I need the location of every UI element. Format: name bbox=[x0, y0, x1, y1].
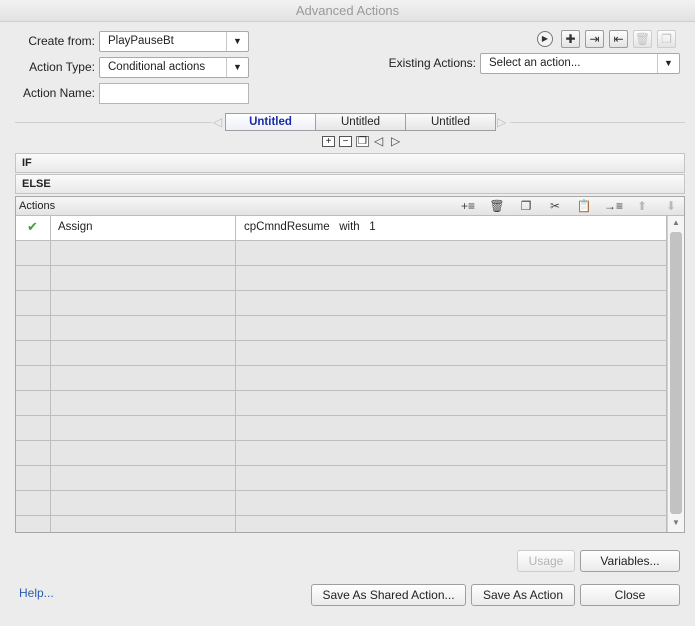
create-from-value: PlayPauseBt bbox=[108, 35, 174, 47]
checkmark-icon: ✔ bbox=[27, 219, 38, 234]
move-right-icon[interactable]: ▷ bbox=[391, 134, 400, 148]
divider bbox=[510, 122, 685, 123]
window-title: Advanced Actions bbox=[0, 0, 695, 22]
play-icon[interactable]: ▶ bbox=[537, 31, 553, 47]
scroll-down-icon[interactable]: ▼ bbox=[668, 518, 684, 527]
table-row[interactable] bbox=[16, 241, 667, 266]
create-from-dropdown[interactable]: PlayPauseBt ▼ bbox=[99, 31, 249, 52]
check-cell[interactable]: ✔ bbox=[16, 216, 51, 241]
scroll-up-icon[interactable]: ▲ bbox=[668, 218, 684, 227]
chevron-down-icon: ▼ bbox=[226, 32, 248, 51]
save-action-button[interactable]: Save As Action bbox=[471, 584, 575, 606]
table-row[interactable] bbox=[16, 316, 667, 341]
action-name-label: Action Name: bbox=[22, 86, 95, 100]
action-name-field[interactable] bbox=[99, 83, 249, 104]
detail-cell[interactable]: cpCmndResume with 1 bbox=[236, 216, 667, 241]
table-row[interactable] bbox=[16, 491, 667, 516]
tab-untitled-2[interactable]: Untitled bbox=[315, 113, 406, 131]
add-condition-icon[interactable]: + bbox=[322, 136, 335, 147]
usage-button[interactable]: Usage bbox=[517, 550, 575, 572]
chevron-down-icon: ▼ bbox=[657, 54, 679, 73]
tab-untitled-3[interactable]: Untitled bbox=[405, 113, 496, 131]
table-row[interactable] bbox=[16, 516, 667, 532]
table-row[interactable] bbox=[16, 291, 667, 316]
create-from-label: Create from: bbox=[28, 34, 95, 48]
table-row[interactable]: ✔ Assign cpCmndResume with 1 bbox=[16, 216, 667, 241]
table-row[interactable] bbox=[16, 391, 667, 416]
table-row[interactable] bbox=[16, 341, 667, 366]
existing-actions-value: Select an action... bbox=[489, 57, 581, 69]
delete-row-icon[interactable]: 🗑 bbox=[488, 198, 506, 214]
if-section[interactable]: IF bbox=[15, 153, 685, 173]
command-cell[interactable]: Assign bbox=[51, 216, 236, 241]
insert-row-icon[interactable]: +≡ bbox=[459, 198, 477, 214]
else-section[interactable]: ELSE bbox=[15, 174, 685, 194]
close-button[interactable]: Close bbox=[580, 584, 680, 606]
export-icon[interactable]: ⇤ bbox=[609, 30, 628, 48]
action-type-value: Conditional actions bbox=[108, 61, 206, 73]
delete-icon[interactable]: 🗑 bbox=[633, 30, 652, 48]
move-up-icon[interactable]: ⬆ bbox=[633, 198, 651, 214]
help-link[interactable]: Help... bbox=[19, 586, 54, 600]
tabs-left-icon[interactable]: ◁ bbox=[213, 115, 222, 129]
import-icon[interactable]: ⇥ bbox=[585, 30, 604, 48]
actions-grid: ✔ Assign cpCmndResume with 1 bbox=[16, 216, 667, 532]
action-type-dropdown[interactable]: Conditional actions ▼ bbox=[99, 57, 249, 78]
actions-title: Actions bbox=[19, 200, 56, 212]
existing-actions-dropdown[interactable]: Select an action... ▼ bbox=[480, 53, 680, 74]
copy-condition-icon[interactable]: ❐ bbox=[356, 136, 369, 147]
chevron-down-icon: ▼ bbox=[226, 58, 248, 77]
divider bbox=[15, 122, 212, 123]
remove-condition-icon[interactable]: − bbox=[339, 136, 352, 147]
table-row[interactable] bbox=[16, 441, 667, 466]
add-icon[interactable]: ✚ bbox=[561, 30, 580, 48]
table-row[interactable] bbox=[16, 366, 667, 391]
tabs-right-icon[interactable]: ▷ bbox=[497, 115, 506, 129]
move-left-icon[interactable]: ◁ bbox=[374, 134, 383, 148]
table-row[interactable] bbox=[16, 416, 667, 441]
command-text: Assign bbox=[58, 221, 93, 233]
action-type-label: Action Type: bbox=[29, 60, 95, 74]
variables-button[interactable]: Variables... bbox=[580, 550, 680, 572]
table-row[interactable] bbox=[16, 266, 667, 291]
table-row[interactable] bbox=[16, 466, 667, 491]
copy-row-icon[interactable]: ❐ bbox=[517, 198, 535, 214]
move-down-icon[interactable]: ⬇ bbox=[662, 198, 680, 214]
tab-untitled-1[interactable]: Untitled bbox=[225, 113, 316, 131]
cut-row-icon[interactable]: ✂ bbox=[546, 198, 564, 214]
actions-panel: Actions +≡ 🗑 ❐ ✂ 📋 →≡ ⬆ ⬇ ✔ Assign cpCmn… bbox=[15, 196, 685, 533]
detail-text: cpCmndResume with 1 bbox=[244, 221, 376, 233]
indent-row-icon[interactable]: →≡ bbox=[604, 198, 623, 214]
duplicate-icon[interactable]: ❐ bbox=[657, 30, 676, 48]
existing-actions-label: Existing Actions: bbox=[388, 56, 476, 70]
save-shared-action-button[interactable]: Save As Shared Action... bbox=[311, 584, 466, 606]
scroll-thumb[interactable] bbox=[670, 232, 682, 514]
vertical-scrollbar[interactable]: ▲ ▼ bbox=[667, 216, 684, 532]
paste-row-icon[interactable]: 📋 bbox=[575, 198, 593, 214]
